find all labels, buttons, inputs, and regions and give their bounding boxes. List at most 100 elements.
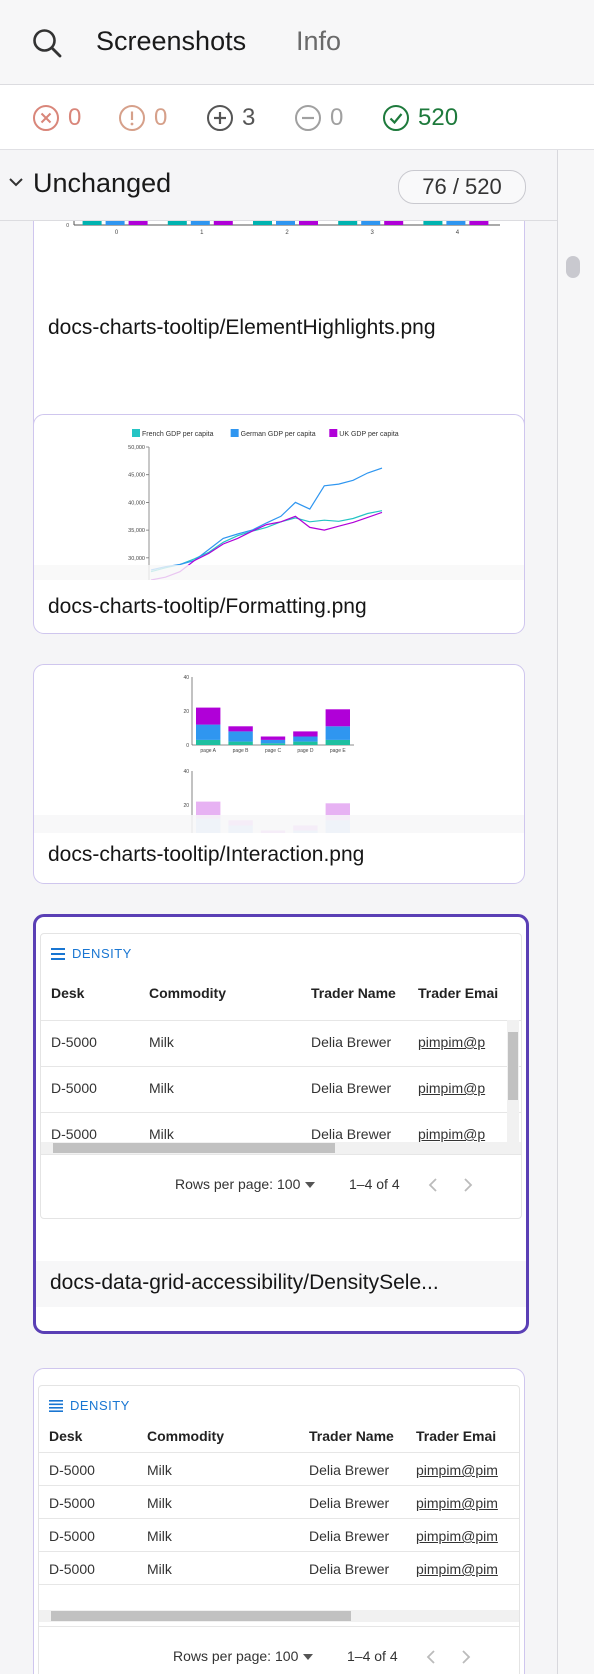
rows-per-page-label: Rows per page: bbox=[173, 1648, 272, 1664]
table-cell-email: pimpim@pim bbox=[416, 1495, 498, 1511]
table-cell: Delia Brewer bbox=[309, 1528, 390, 1544]
bar-segment bbox=[196, 707, 221, 725]
tab-info[interactable]: Info bbox=[296, 26, 341, 57]
table-cell-email: pimpim@pim bbox=[416, 1528, 498, 1544]
pagination-range: 1–4 of 4 bbox=[349, 1176, 400, 1192]
screenshot-list[interactable]: 01234501234 docs-charts-tooltip/ElementH… bbox=[0, 150, 558, 1674]
filter-warnings[interactable]: 0 bbox=[118, 103, 167, 133]
data-grid-preview: DENSITY Desk Commodity Trader Name Trade… bbox=[40, 933, 522, 1219]
y-tick-label: 20 bbox=[183, 803, 189, 809]
search-icon[interactable] bbox=[32, 28, 62, 58]
x-tick-label: 3 bbox=[371, 230, 375, 236]
column-header: Trader Emai bbox=[418, 985, 499, 1001]
bar-segment bbox=[196, 739, 221, 745]
bar-segment bbox=[325, 709, 350, 727]
table-cell: Milk bbox=[147, 1462, 172, 1478]
column-header: Trader Name bbox=[309, 1428, 394, 1444]
divider bbox=[39, 1485, 519, 1486]
table-cell: Milk bbox=[147, 1495, 172, 1511]
bar-segment bbox=[196, 724, 221, 740]
pagination-range: 1–4 of 4 bbox=[347, 1648, 398, 1664]
y-tick-label: 40 bbox=[183, 675, 189, 681]
density-label: DENSITY bbox=[70, 1398, 130, 1413]
y-tick-label: 30,000 bbox=[128, 556, 145, 562]
scrollbar-thumb[interactable] bbox=[566, 256, 580, 278]
filter-passed[interactable]: 520 bbox=[382, 103, 458, 133]
chevron-down-icon[interactable] bbox=[6, 172, 26, 192]
screenshot-card-selected[interactable]: DENSITY Desk Commodity Trader Name Trade… bbox=[33, 914, 529, 1334]
screenshot-card[interactable]: DENSITY Desk Commodity Trader Name Trade… bbox=[33, 1368, 525, 1674]
column-header: Commodity bbox=[149, 985, 226, 1001]
divider bbox=[39, 1626, 519, 1627]
check-circle-icon bbox=[383, 105, 409, 131]
table-cell: D-5000 bbox=[51, 1034, 97, 1050]
table-cell: Delia Brewer bbox=[309, 1462, 390, 1478]
x-tick-label: page C bbox=[265, 748, 282, 754]
group-header-unchanged[interactable]: Unchanged 76 / 520 bbox=[0, 150, 557, 221]
table-cell: Delia Brewer bbox=[309, 1495, 390, 1511]
table-cell: D-5000 bbox=[51, 1126, 97, 1142]
divider bbox=[39, 1518, 519, 1519]
divider bbox=[39, 1584, 519, 1585]
bar-segment bbox=[293, 741, 318, 745]
divider bbox=[41, 1154, 521, 1155]
horizontal-scrollbar-thumb bbox=[51, 1611, 351, 1621]
chevron-right-icon bbox=[462, 1650, 471, 1664]
legend-swatch bbox=[132, 429, 140, 437]
table-cell-email: pimpim@pim bbox=[416, 1561, 498, 1577]
filter-removed[interactable]: 0 bbox=[294, 103, 343, 133]
bar-segment bbox=[228, 726, 253, 732]
plus-circle-icon bbox=[207, 105, 233, 131]
group-count-badge: 76 / 520 bbox=[398, 170, 526, 204]
warning-count: 0 bbox=[154, 104, 168, 131]
bar-segment bbox=[260, 743, 286, 745]
bar-segment bbox=[228, 731, 253, 742]
column-header: Desk bbox=[49, 1428, 83, 1444]
y-tick-label: 0 bbox=[186, 743, 189, 749]
screenshot-name: docs-data-grid-accessibility/DensitySele… bbox=[50, 1271, 439, 1294]
y-tick-label: 50,000 bbox=[128, 445, 145, 451]
screenshot-card[interactable]: 02040page Apage Bpage Cpage Dpage E02040… bbox=[33, 664, 525, 884]
x-tick-label: page D bbox=[297, 748, 314, 754]
density-toolbar-button: DENSITY bbox=[49, 1398, 130, 1413]
bar-segment bbox=[325, 739, 350, 745]
minus-circle-icon bbox=[295, 105, 321, 131]
density-icon bbox=[51, 947, 65, 960]
exclamation-circle-icon bbox=[119, 105, 145, 131]
column-header: Desk bbox=[51, 985, 85, 1001]
tab-screenshots[interactable]: Screenshots bbox=[96, 26, 246, 57]
screenshot-card[interactable]: French GDP per capita German GDP per capi… bbox=[33, 414, 525, 634]
screenshot-name: docs-charts-tooltip/ElementHighlights.pn… bbox=[48, 316, 436, 339]
table-cell: Milk bbox=[147, 1528, 172, 1544]
density-icon bbox=[49, 1399, 63, 1412]
x-tick-label: 4 bbox=[456, 230, 460, 236]
y-tick-label: 40,000 bbox=[128, 500, 145, 506]
chart-thumbnail: 02040page Apage Bpage Cpage Dpage E02040 bbox=[34, 675, 524, 833]
scrollbar-track[interactable] bbox=[558, 150, 594, 1674]
y-tick-label: 0 bbox=[66, 223, 69, 229]
x-tick-label: 2 bbox=[285, 230, 289, 236]
table-cell: Delia Brewer bbox=[309, 1561, 390, 1577]
legend-swatch bbox=[230, 429, 239, 437]
rows-per-page-select: 100 bbox=[275, 1648, 299, 1664]
table-cell: Delia Brewer bbox=[311, 1126, 392, 1142]
rows-per-page-select: 100 bbox=[277, 1176, 301, 1192]
label-backdrop bbox=[34, 565, 524, 580]
horizontal-scrollbar-thumb bbox=[53, 1143, 335, 1153]
table-cell-email: pimpim@pim bbox=[416, 1462, 498, 1478]
divider bbox=[41, 1066, 521, 1067]
chevron-left-icon bbox=[428, 1178, 437, 1192]
vertical-scrollbar-thumb bbox=[508, 1032, 518, 1100]
table-cell: Milk bbox=[147, 1561, 172, 1577]
x-tick-label: page A bbox=[200, 748, 216, 754]
bar-segment bbox=[325, 726, 350, 740]
y-tick-label: 35,000 bbox=[128, 528, 145, 534]
filter-added[interactable]: 3 bbox=[206, 103, 255, 133]
table-cell: Delia Brewer bbox=[311, 1034, 392, 1050]
density-toolbar-button: DENSITY bbox=[51, 946, 132, 961]
legend-label: UK GDP per capita bbox=[339, 431, 399, 438]
filter-errors[interactable]: 0 bbox=[32, 103, 81, 133]
removed-count: 0 bbox=[330, 104, 344, 131]
status-filter-bar: 0 0 3 0 520 bbox=[0, 85, 594, 150]
divider bbox=[39, 1551, 519, 1552]
